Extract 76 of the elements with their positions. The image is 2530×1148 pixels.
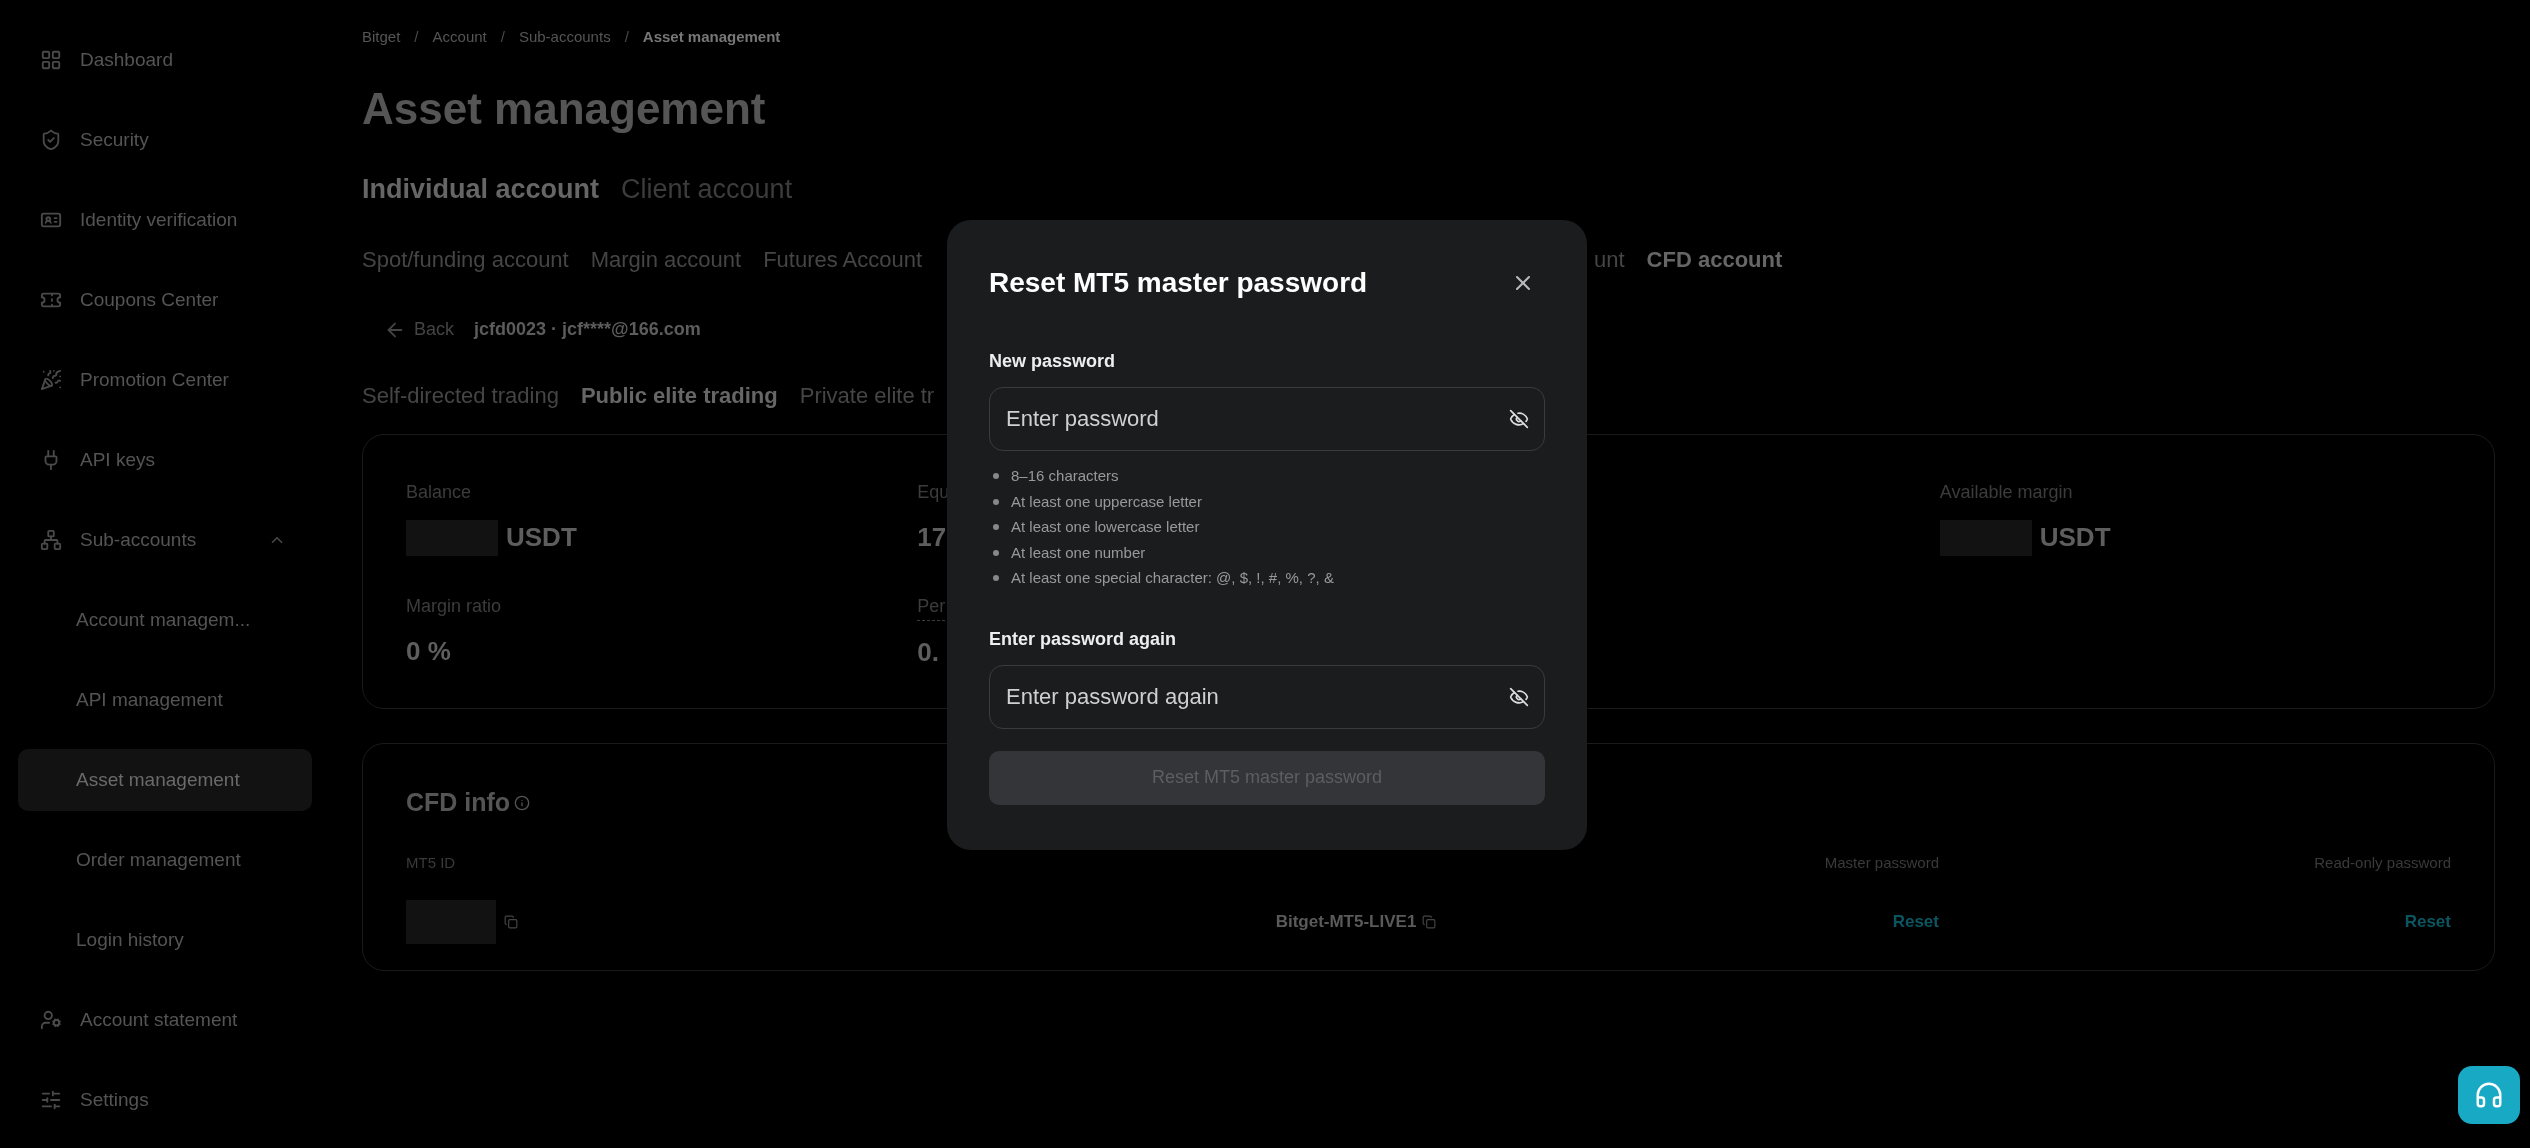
- metric-label: Per: [917, 593, 946, 621]
- password-field[interactable]: Enter password: [989, 387, 1545, 451]
- bullet-icon: [993, 575, 999, 582]
- reset-link[interactable]: Reset: [1892, 909, 1939, 935]
- tab[interactable]: Futures Account: [763, 243, 923, 276]
- breadcrumb-link[interactable]: Bitget: [362, 26, 401, 49]
- column-header: MT5 ID: [406, 852, 457, 873]
- metric-label: Available margin: [1939, 481, 2073, 504]
- server-name: Bitget-MT5-LIVE1: [1275, 911, 1417, 934]
- sidebar-item[interactable]: Account statement: [18, 989, 312, 1051]
- breadcrumb-link[interactable]: Sub-accounts: [518, 26, 611, 49]
- shield-icon: [40, 129, 62, 151]
- password-rule: 8–16 characters: [1011, 466, 1119, 486]
- reset-link[interactable]: Reset: [2404, 909, 2451, 935]
- tab[interactable]: Client account: [621, 168, 793, 209]
- tab[interactable]: Spot/funding account: [362, 243, 569, 276]
- breadcrumb-link[interactable]: Asset management: [642, 26, 781, 49]
- sidebar-item[interactable]: Promotion Center: [18, 349, 312, 411]
- password-rule: At least one uppercase letter: [1011, 491, 1202, 512]
- tab[interactable]: CFD account: [1646, 243, 1783, 276]
- password-field[interactable]: Enter password again: [989, 664, 1545, 729]
- password-rule: At least one lowercase letter: [1011, 517, 1200, 537]
- eye-off-icon[interactable]: [1509, 409, 1529, 429]
- bullet-icon: [993, 498, 999, 505]
- sidebar-item[interactable]: Sub-accounts: [18, 509, 312, 571]
- password-rule: At least one special character: @, $, !, #, %, ?, &: [1011, 568, 1334, 588]
- breadcrumb-separator: /: [414, 27, 419, 47]
- field-label: Enter password again: [989, 628, 1177, 649]
- metric-value: 17: [917, 521, 947, 554]
- field-label: New password: [989, 351, 1116, 371]
- column-header: Master password: [1824, 852, 1939, 873]
- dialog-title: Reset MT5 master password: [989, 266, 1368, 300]
- user-icon: [40, 1009, 62, 1031]
- sidebar-item[interactable]: Order management: [18, 829, 312, 891]
- tab[interactable]: unt: [1594, 243, 1625, 276]
- bullet-icon: [993, 549, 999, 556]
- network-icon: [40, 529, 62, 551]
- sidebar-item[interactable]: API management: [18, 669, 312, 731]
- sidebar-item[interactable]: API keys: [18, 429, 312, 491]
- metric-value: 0 %: [406, 635, 451, 668]
- tab[interactable]: Public elite trading: [580, 379, 778, 412]
- metric-value: 0.: [917, 636, 939, 669]
- breadcrumb-separator: /: [500, 27, 505, 47]
- grid-icon: [40, 49, 62, 71]
- sidebar-item[interactable]: Dashboard: [18, 29, 312, 91]
- breadcrumb-link[interactable]: Account: [432, 26, 487, 49]
- metric-value: USDT: [2039, 521, 2111, 554]
- password-rule: At least one number: [1011, 542, 1146, 563]
- tab[interactable]: Self-directed trading: [362, 379, 559, 412]
- tab[interactable]: Margin account: [590, 243, 742, 276]
- section-title: CFD info: [406, 787, 511, 818]
- column-header: Read-only password: [2314, 852, 2451, 873]
- info-icon[interactable]: [514, 794, 531, 811]
- sidebar-item[interactable]: Coupons Center: [18, 269, 312, 331]
- sliders-icon: [40, 1089, 62, 1111]
- support-button[interactable]: [2458, 1066, 2520, 1124]
- bullet-icon: [993, 473, 999, 480]
- page-title: Asset management: [362, 86, 767, 131]
- headset-icon: [2474, 1080, 2504, 1110]
- metric-value: USDT: [506, 521, 577, 554]
- tab[interactable]: Individual account: [362, 168, 600, 209]
- back-button[interactable]: Back: [384, 316, 455, 343]
- sidebar-item[interactable]: Security: [18, 109, 312, 171]
- sidebar-item[interactable]: Settings: [18, 1069, 312, 1131]
- party-popper-icon: [40, 369, 62, 391]
- eye-off-icon[interactable]: [1509, 686, 1529, 707]
- sidebar-item[interactable]: Asset management: [18, 749, 312, 811]
- breadcrumb-separator: /: [624, 27, 629, 47]
- account-label: jcfd0023 · jcf****@166.com: [474, 318, 701, 341]
- sidebar-item[interactable]: Account managem...: [18, 589, 312, 651]
- sidebar-item[interactable]: Identity verification: [18, 189, 312, 251]
- metric-label: Balance: [406, 481, 472, 504]
- bullet-icon: [993, 524, 999, 531]
- sidebar-item[interactable]: Login history: [18, 909, 312, 971]
- metric-label: Margin ratio: [406, 595, 502, 618]
- tab[interactable]: Private elite tr: [799, 379, 935, 412]
